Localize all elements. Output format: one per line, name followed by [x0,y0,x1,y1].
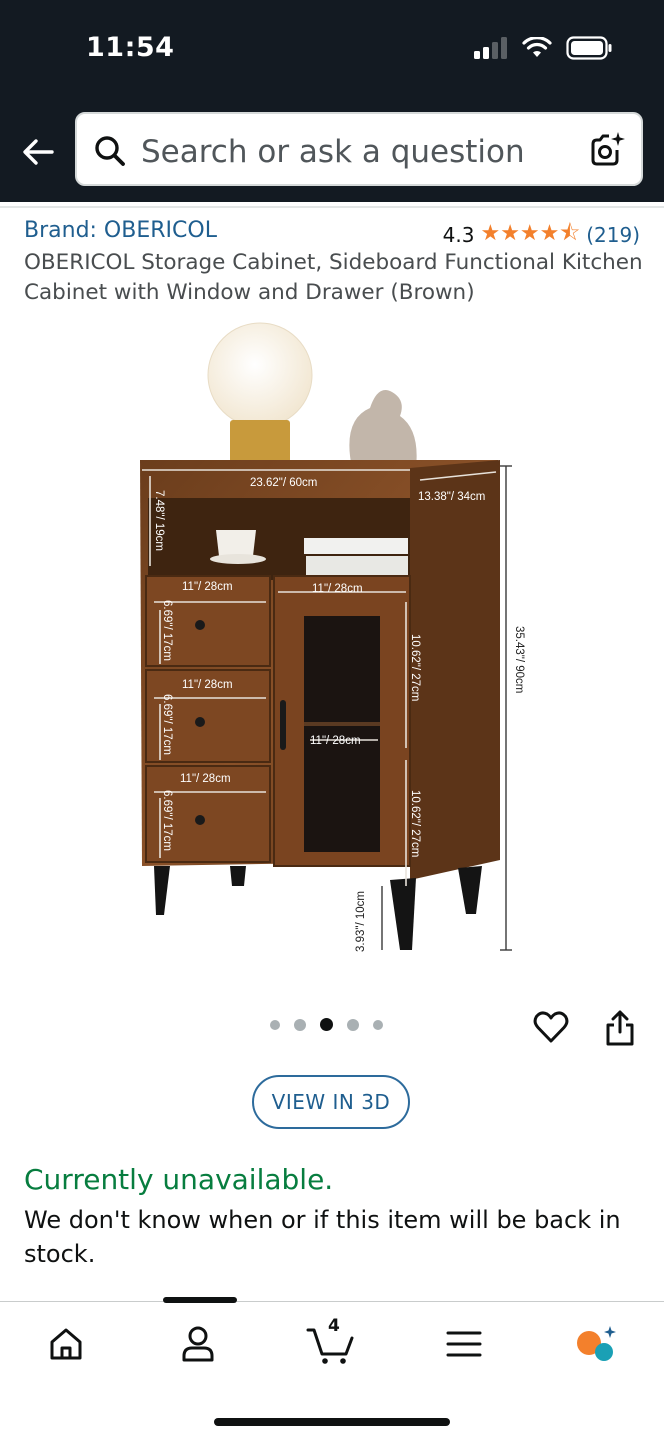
cart-count-badge: 4 [328,1316,340,1336]
dim-shelf-width: 11"/ 28cm [310,735,361,747]
dim-leg: 3.93"/ 10cm [355,891,367,952]
search-input[interactable]: Search or ask a question [75,112,643,186]
carousel-dot[interactable] [294,1018,306,1031]
dim-drawer-width-1: 11"/ 28cm [182,581,233,593]
image-carousel-dots[interactable] [270,1018,383,1031]
dim-drawer-height-2: 6.69"/ 17cm [161,694,173,755]
carousel-dot[interactable] [373,1019,383,1030]
battery-icon [566,36,612,60]
header-divider [0,206,664,208]
rating-value: 4.3 [442,223,475,247]
heart-icon[interactable] [532,1008,570,1046]
home-indicator-bar [214,1418,450,1426]
back-arrow-icon[interactable] [18,132,58,172]
view-in-3d-button[interactable]: VIEW IN 3D [252,1075,410,1129]
dim-top-shelf: 7.48"/ 19cm [153,490,165,551]
top-bar: 11:54 Search or ask a question [0,0,664,202]
cart-button[interactable]: 4 [306,1316,360,1366]
camera-lens-icon[interactable] [587,130,627,170]
dim-door-width: 11"/ 28cm [312,583,363,595]
dim-drawer-width-3: 11"/ 28cm [180,773,231,785]
dim-height: 35.43"/ 90cm [513,626,525,693]
wifi-icon [522,37,552,57]
product-image[interactable]: 23.62"/ 60cm 13.38"/ 34cm 11"/ 28cm 11"/… [120,320,544,960]
menu-icon[interactable] [442,1322,486,1366]
dim-door-upper: 10.62"/ 27cm [409,634,421,701]
active-tab-indicator [163,1297,237,1303]
dim-drawer-height-1: 6.69"/ 17cm [161,600,173,661]
bottom-nav: 4 [0,1297,664,1440]
dim-drawer-height-3: 6.69"/ 17cm [161,790,173,851]
share-icon[interactable] [602,1008,638,1048]
dim-width: 23.62"/ 60cm [250,477,317,489]
stock-note: We don't know when or if this item will … [24,1206,621,1268]
account-icon[interactable] [176,1322,220,1366]
rating-count[interactable]: (219) [586,223,640,247]
brand-link[interactable]: Brand: OBERICOL [24,218,217,243]
dim-depth: 13.38"/ 34cm [418,491,485,503]
search-icon [95,136,125,166]
signal-icon [474,37,507,59]
rufus-icon[interactable] [574,1322,618,1366]
status-time: 11:54 [86,32,175,63]
carousel-dot[interactable] [347,1018,359,1031]
carousel-dot[interactable] [270,1019,280,1030]
home-icon[interactable] [44,1322,88,1366]
search-placeholder: Search or ask a question [141,134,525,170]
dim-door-lower: 10.62"/ 27cm [409,790,421,857]
carousel-dot-active[interactable] [320,1018,333,1031]
availability-status: Currently unavailable. [24,1163,334,1196]
dim-drawer-width-2: 11"/ 28cm [182,679,233,691]
product-title: OBERICOL Storage Cabinet, Sideboard Func… [24,250,643,305]
status-icons [474,36,612,60]
